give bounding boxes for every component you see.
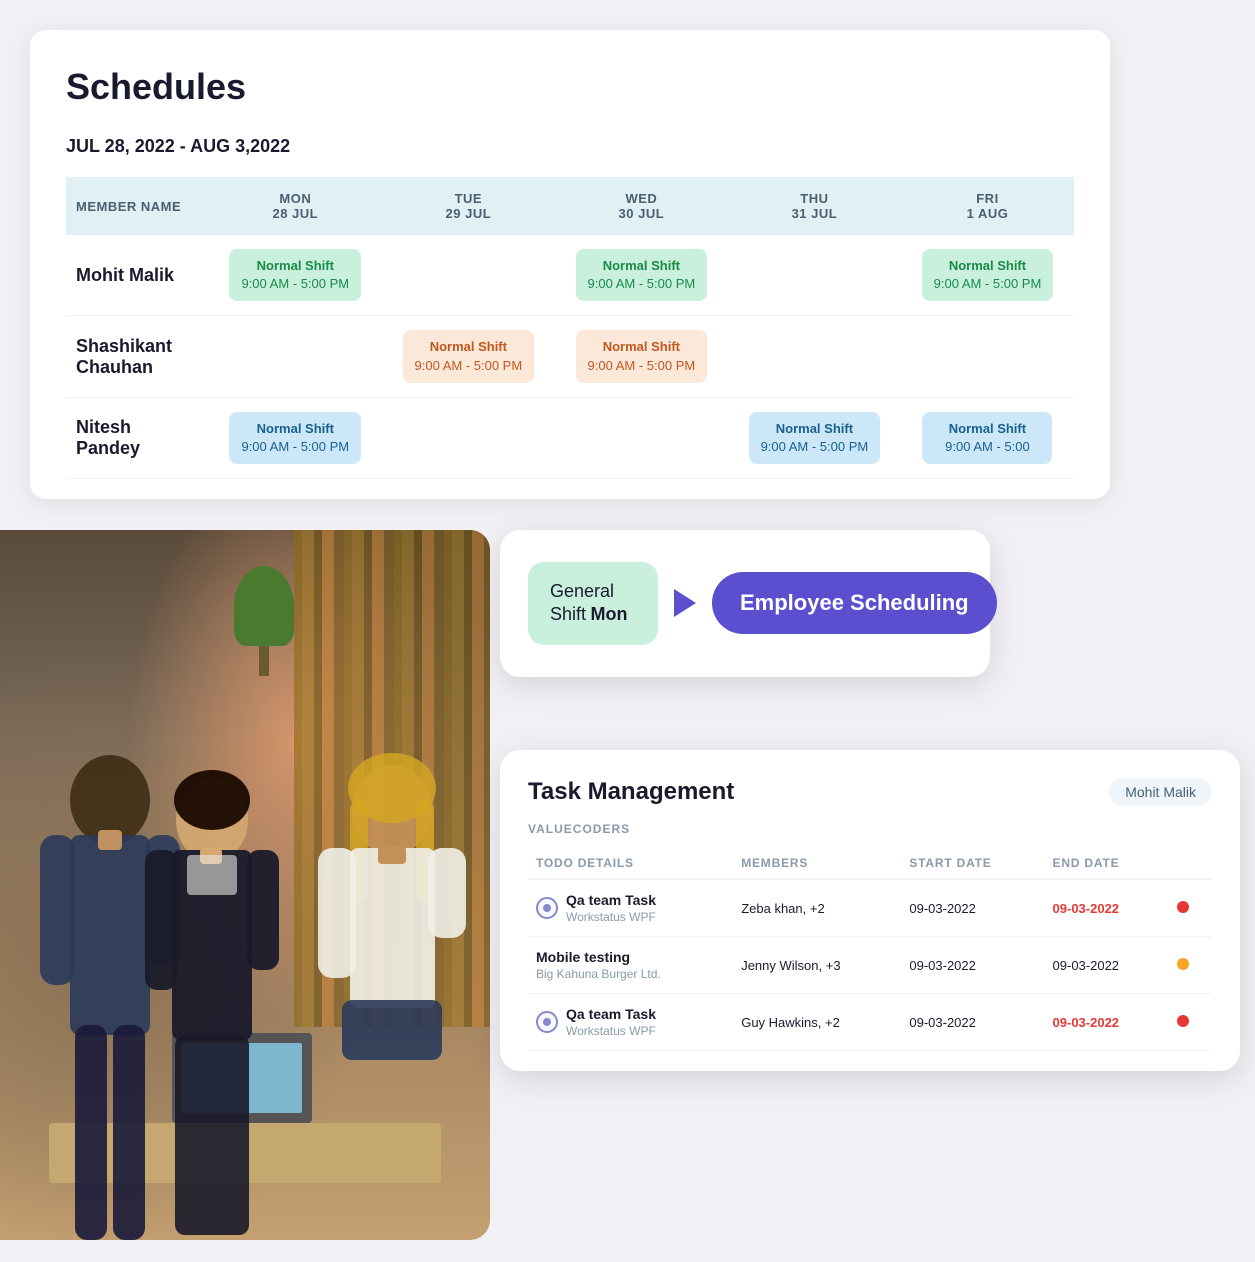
task-end-date: 09-03-2022 [1045,879,1166,937]
shift-cell-mon: Normal Shift 9:00 AM - 5:00 PM [209,397,382,478]
table-row: NiteshPandey Normal Shift 9:00 AM - 5:00… [66,397,1074,478]
status-dot-red [1177,1015,1189,1027]
general-shift-day: Mon [590,604,627,624]
task-name: Mobile testing [536,949,661,965]
col-members: MEMBERS [733,848,901,879]
task-todo-cell: Mobile testing Big Kahuna Burger Ltd. [528,937,733,994]
col-mon: MON28 JUL [209,177,382,235]
col-todo: TODO DETAILS [528,848,733,879]
col-wed: WED30 JUL [555,177,728,235]
shift-badge: Normal Shift 9:00 AM - 5:00 PM [229,412,361,464]
table-row: Mohit Malik Normal Shift 9:00 AM - 5:00 … [66,235,1074,316]
task-card-title: Task Management [528,778,734,806]
task-user-badge: Mohit Malik [1109,778,1212,806]
col-start-date: START DATE [901,848,1044,879]
shift-badge: Normal Shift 9:00 AM - 5:00 PM [576,249,708,301]
shift-cell-fri [901,316,1074,397]
member-name: ShashikantChauhan [66,316,209,397]
schedule-header-row: MEMBER NAME MON28 JUL TUE29 JUL WED30 JU… [66,177,1074,235]
task-name: Qa team Task [566,1006,656,1022]
task-org: Workstatus WPF [566,910,656,924]
shift-badge: Normal Shift 9:00 AM - 5:00 PM [229,249,361,301]
shift-cell-tue: Normal Shift 9:00 AM - 5:00 PM [382,316,555,397]
status-dot-red [1177,901,1189,913]
shift-badge: Normal Shift 9:00 AM - 5:00 PM [576,330,708,382]
shift-badge: Normal Shift 9:00 AM - 5:00 PM [749,412,881,464]
task-start-date: 09-03-2022 [901,937,1044,994]
page-wrapper: Schedules JUL 28, 2022 - AUG 3,2022 MEMB… [0,0,1255,1262]
task-start-date: 09-03-2022 [901,994,1044,1051]
task-members: Jenny Wilson, +3 [733,937,901,994]
shift-cell-thu [728,316,901,397]
shift-badge: Normal Shift 9:00 AM - 5:00 PM [403,330,535,382]
col-fri: FRI1 AUG [901,177,1074,235]
team-photo [0,530,490,1240]
date-range: JUL 28, 2022 - AUG 3,2022 [66,136,1074,157]
task-start-date: 09-03-2022 [901,879,1044,937]
task-todo-cell: Qa team Task Workstatus WPF [528,879,733,937]
shift-badge: Normal Shift 9:00 AM - 5:00 PM [922,249,1054,301]
task-end-date: 09-03-2022 [1045,994,1166,1051]
person-silhouette-2 [127,750,297,1240]
task-name: Qa team Task [566,892,656,908]
schedules-title: Schedules [66,66,1074,108]
shift-cell-wed: Normal Shift 9:00 AM - 5:00 PM [555,235,728,316]
task-end-date: 09-03-2022 [1045,937,1166,994]
person-silhouette-3 [300,740,485,1180]
shift-cell-thu: Normal Shift 9:00 AM - 5:00 PM [728,397,901,478]
member-name: NiteshPandey [66,397,209,478]
shift-cell-tue [382,397,555,478]
photo-scene [0,530,490,1240]
task-status [1165,994,1212,1051]
task-members: Zeba khan, +2 [733,879,901,937]
table-row: Qa team Task Workstatus WPF Guy Hawkins,… [528,994,1212,1051]
people-container [0,637,490,1241]
table-row: Qa team Task Workstatus WPF Zeba khan, +… [528,879,1212,937]
col-end-date: END DATE [1045,848,1166,879]
emp-scheduling-label: Employee Scheduling [712,572,997,634]
task-icon [536,1011,558,1033]
shift-cell-wed [555,397,728,478]
shift-cell-mon: Normal Shift 9:00 AM - 5:00 PM [209,235,382,316]
shift-cell-fri: Normal Shift 9:00 AM - 5:00 [901,397,1074,478]
table-row: Mobile testing Big Kahuna Burger Ltd. Je… [528,937,1212,994]
task-todo-cell: Qa team Task Workstatus WPF [528,994,733,1051]
task-management-card: Task Management Mohit Malik VALUECODERS … [500,750,1240,1071]
shift-cell-fri: Normal Shift 9:00 AM - 5:00 PM [901,235,1074,316]
task-members: Guy Hawkins, +2 [733,994,901,1051]
task-org: Big Kahuna Burger Ltd. [536,967,661,981]
shift-cell-wed: Normal Shift 9:00 AM - 5:00 PM [555,316,728,397]
schedules-card: Schedules JUL 28, 2022 - AUG 3,2022 MEMB… [30,30,1110,499]
task-table: TODO DETAILS MEMBERS START DATE END DATE… [528,848,1212,1051]
task-status [1165,937,1212,994]
general-shift-bubble: General Shift Mon [528,562,658,645]
emp-scheduling-card: General Shift Mon Employee Scheduling [500,530,990,677]
schedule-table: MEMBER NAME MON28 JUL TUE29 JUL WED30 JU… [66,177,1074,479]
shift-cell-tue [382,235,555,316]
shift-cell-thu [728,235,901,316]
shift-cell-mon [209,316,382,397]
task-org: Workstatus WPF [566,1024,656,1038]
col-member-name: MEMBER NAME [66,177,209,235]
col-tue: TUE29 JUL [382,177,555,235]
task-icon [536,897,558,919]
col-status [1165,848,1212,879]
task-org-label: VALUECODERS [528,822,1212,836]
task-status [1165,879,1212,937]
status-dot-yellow [1177,958,1189,970]
arrow-right-icon [674,589,696,617]
task-card-header: Task Management Mohit Malik [528,778,1212,806]
task-header-row: TODO DETAILS MEMBERS START DATE END DATE [528,848,1212,879]
member-name: Mohit Malik [66,235,209,316]
col-thu: THU31 JUL [728,177,901,235]
table-row: ShashikantChauhan Normal Shift 9:00 AM -… [66,316,1074,397]
shift-badge: Normal Shift 9:00 AM - 5:00 [922,412,1052,464]
